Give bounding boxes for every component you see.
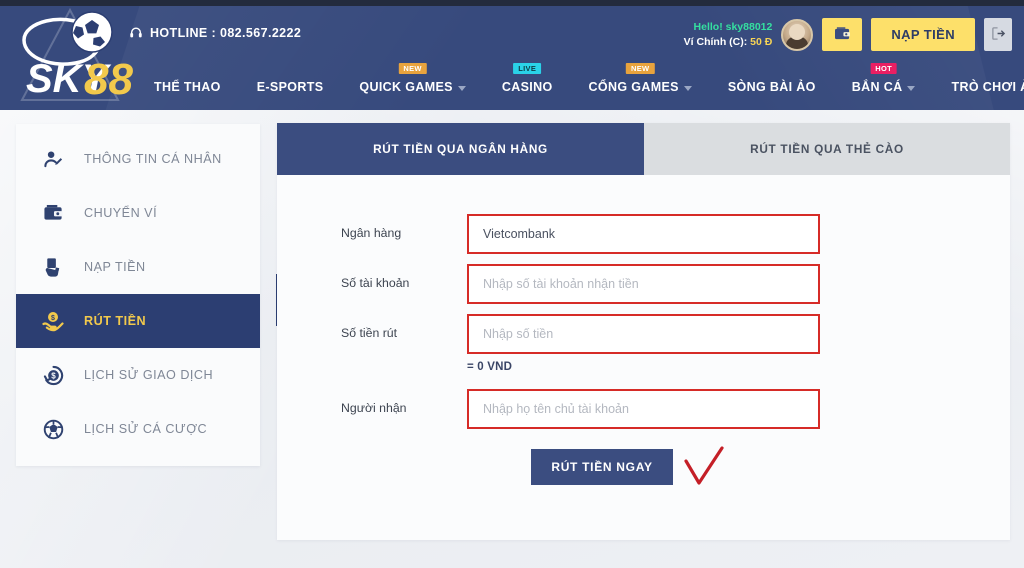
tab-rut-tien-qua-ngan-hang[interactable]: RÚT TIỀN QUA NGÂN HÀNG (277, 123, 644, 175)
greeting-text: Hello! sky88012 (693, 21, 773, 34)
sky88-logo[interactable]: SKY 88 (6, 6, 134, 110)
submit-row: RÚT TIỀN NGAY (277, 446, 1010, 485)
nav-item-tro-choi-ao[interactable]: TRÒ CHƠI ẢO (933, 64, 1024, 110)
nav-label: CASINO (501, 80, 553, 94)
red-checkmark-annotation (684, 446, 724, 485)
field-wrapper: Vietcombank (467, 214, 820, 254)
sidebar-item-thong-tin-ca-nhan[interactable]: THÔNG TIN CÁ NHÂN (16, 132, 260, 186)
amount-input[interactable] (467, 314, 820, 354)
nav-label: TRÒ CHƠI ẢO (951, 80, 1024, 94)
sidebar-item-chuyen-vi[interactable]: CHUYỂN VÍ (16, 186, 260, 240)
sidebar-item-label: LỊCH SỬ CÁ CƯỢC (84, 422, 208, 436)
account-sidebar: THÔNG TIN CÁ NHÂN CHUYỂN VÍ NẠP TIỀN $ R… (16, 124, 260, 466)
nav-item-ban-ca[interactable]: HOT BẮN CÁ (834, 63, 934, 110)
site-header: SKY 88 HOTLINE : 082.567.2222 Hello! sky… (0, 6, 1024, 110)
badge-live: LIVE (513, 63, 542, 75)
hotline-text: HOTLINE : 082.567.2222 (150, 26, 302, 40)
withdraw-panel: RÚT TIỀN QUA NGÂN HÀNG RÚT TIỀN QUA THẺ … (277, 123, 1010, 540)
field-wrapper: = 0 VND (467, 314, 820, 373)
badge-new: NEW (626, 63, 655, 75)
sidebar-item-label: RÚT TIỀN (84, 314, 147, 328)
sidebar-item-label: THÔNG TIN CÁ NHÂN (84, 152, 222, 166)
logout-icon (991, 26, 1006, 44)
withdraw-form: Ngân hàng Vietcombank Số tài khoản Số ti… (277, 175, 1010, 485)
wallet-button[interactable] (822, 18, 863, 51)
nav-item-quick-games[interactable]: NEW QUICK GAMES (341, 63, 483, 110)
wallet-balance: Ví Chính (C): 50 Đ (684, 35, 773, 49)
nav-label: THỂ THAO (154, 80, 221, 94)
logout-button[interactable] (984, 18, 1012, 51)
nav-label: BẮN CÁ (851, 80, 903, 94)
refresh-dollar-icon: $ (42, 364, 64, 386)
sidebar-item-lich-su-ca-cuoc[interactable]: LỊCH SỬ CÁ CƯỢC (16, 402, 260, 456)
field-wrapper (467, 264, 820, 304)
chevron-down-icon (907, 85, 916, 91)
wallet-amount: 50 Đ (750, 35, 773, 48)
badge-new: NEW (398, 63, 427, 75)
withdraw-tabs: RÚT TIỀN QUA NGÂN HÀNG RÚT TIỀN QUA THẺ … (277, 123, 1010, 175)
nav-label: QUICK GAMES (359, 80, 453, 94)
sidebar-item-nap-tien[interactable]: NẠP TIỀN (16, 240, 260, 294)
svg-text:88: 88 (84, 55, 133, 104)
wallet-icon (834, 26, 851, 44)
main-navigation: THỂ THAO E-SPORTS NEW QUICK GAMES LIVE C… (136, 63, 1024, 110)
soccer-ball-icon (42, 418, 64, 440)
hand-coin-icon: $ (42, 310, 64, 332)
chevron-down-icon (683, 85, 692, 91)
nav-label: CỔNG GAMES (588, 80, 679, 94)
account-text: Hello! sky88012 Ví Chính (C): 50 Đ (684, 20, 773, 48)
badge-hot: HOT (870, 63, 897, 75)
amount-converted-hint: = 0 VND (467, 361, 513, 373)
hotline-block: HOTLINE : 082.567.2222 (129, 26, 301, 40)
field-wrapper (467, 389, 820, 429)
nav-item-e-sports[interactable]: E-SPORTS (239, 64, 342, 110)
nav-label: E-SPORTS (256, 80, 324, 94)
nav-item-cong-games[interactable]: NEW CỔNG GAMES (571, 63, 710, 110)
nav-item-the-thao[interactable]: THỂ THAO (136, 64, 239, 110)
recipient-name-input[interactable] (467, 389, 820, 429)
account-cluster: Hello! sky88012 Ví Chính (C): 50 Đ NẠP T… (684, 18, 1012, 51)
page-body: THÔNG TIN CÁ NHÂN CHUYỂN VÍ NẠP TIỀN $ R… (0, 110, 1024, 568)
sidebar-item-label: LỊCH SỬ GIAO DỊCH (84, 368, 214, 382)
chevron-down-icon (457, 85, 466, 91)
nav-item-casino[interactable]: LIVE CASINO (484, 63, 571, 110)
nav-label: SÒNG BÀI ẢO (727, 80, 816, 94)
tab-rut-tien-qua-the-cao[interactable]: RÚT TIỀN QUA THẺ CÀO (644, 123, 1010, 175)
wallet-label: Ví Chính (C): (683, 35, 751, 48)
withdraw-submit-button[interactable]: RÚT TIỀN NGAY (531, 449, 673, 485)
form-row-ngan-hang: Ngân hàng Vietcombank (277, 214, 1010, 254)
form-row-so-tai-khoan: Số tài khoản (277, 264, 1010, 304)
form-row-so-tien-rut: Số tiền rút = 0 VND (277, 314, 1010, 373)
form-row-nguoi-nhan: Người nhận (277, 389, 1010, 429)
account-number-input[interactable] (467, 264, 820, 304)
deposit-button[interactable]: NẠP TIỀN (871, 18, 975, 51)
svg-text:$: $ (51, 315, 55, 322)
nav-item-song-bai-ao[interactable]: SÒNG BÀI ẢO (710, 64, 834, 110)
hand-deposit-icon (42, 256, 64, 278)
svg-text:$: $ (51, 371, 56, 380)
sidebar-item-label: NẠP TIỀN (84, 260, 146, 274)
field-label: Ngân hàng (341, 226, 402, 240)
user-edit-icon (42, 148, 64, 170)
sidebar-item-rut-tien[interactable]: $ RÚT TIỀN (16, 294, 260, 348)
avatar[interactable] (781, 18, 814, 51)
bank-select[interactable]: Vietcombank (467, 214, 820, 254)
wallet-icon (42, 202, 64, 224)
sidebar-item-label: CHUYỂN VÍ (84, 206, 158, 220)
field-label: Số tiền rút (341, 326, 398, 340)
sidebar-item-lich-su-giao-dich[interactable]: $ LỊCH SỬ GIAO DỊCH (16, 348, 260, 402)
field-label: Số tài khoản (341, 276, 410, 290)
field-label: Người nhận (341, 401, 407, 415)
